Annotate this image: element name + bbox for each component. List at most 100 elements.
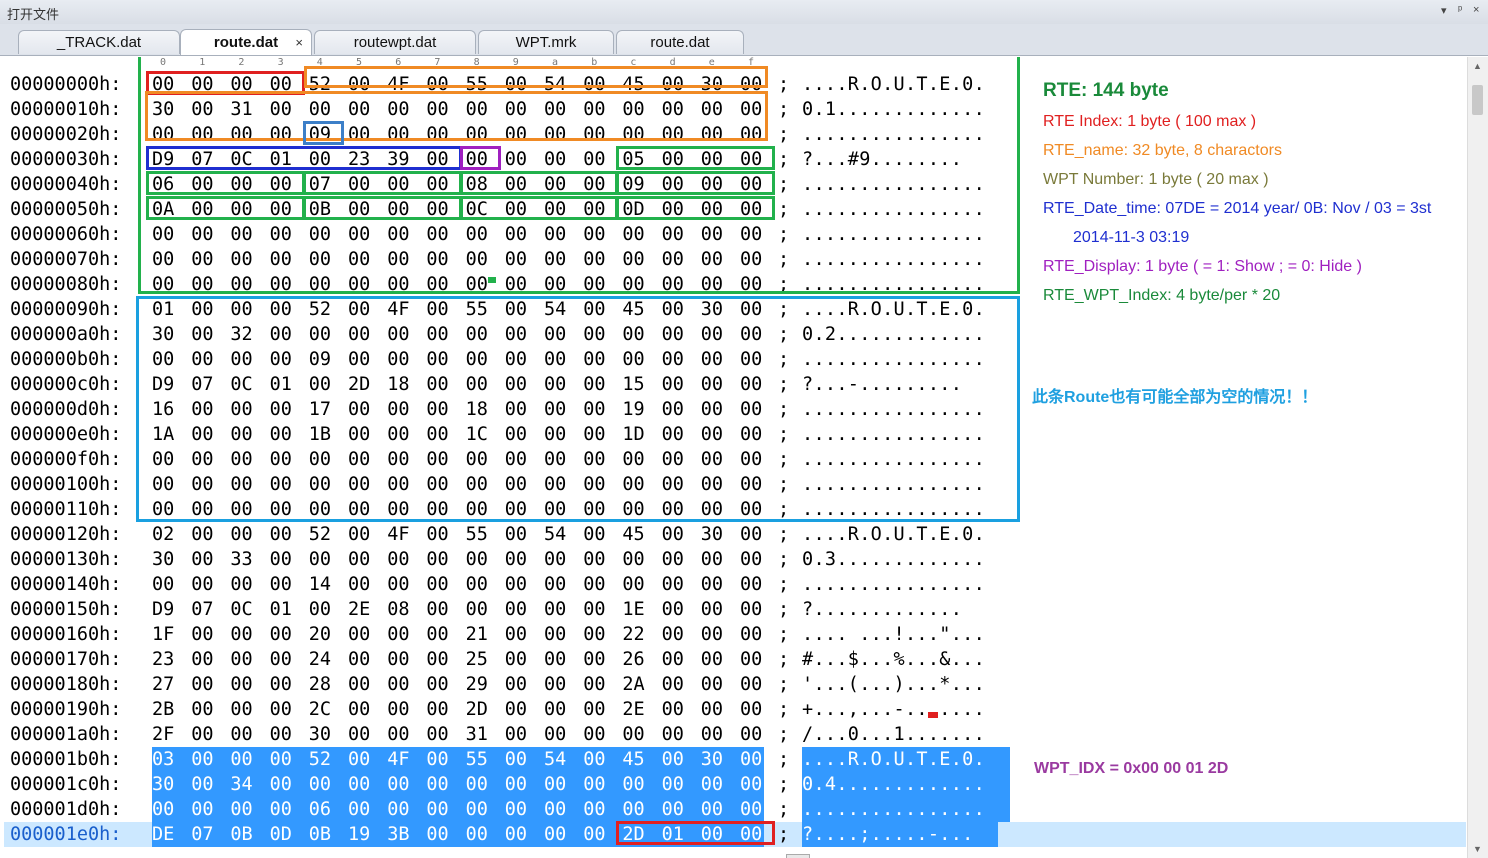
hex-byte[interactable]: 00	[701, 649, 731, 670]
hex-byte[interactable]: D9	[152, 599, 182, 620]
hex-row[interactable]: 000001c0h: 30 00 34 00 00 00 00 00 00 00 00 00 00 00 00…	[4, 772, 1466, 797]
hex-byte[interactable]: 00	[505, 799, 535, 820]
hex-byte[interactable]: 00	[505, 824, 535, 845]
ascii-column[interactable]: ?....;.....-...	[802, 824, 974, 845]
hex-byte[interactable]: 55	[466, 524, 496, 545]
hex-byte[interactable]: 4F	[387, 524, 417, 545]
hex-byte[interactable]: 00	[426, 599, 456, 620]
hex-byte[interactable]: 00	[544, 574, 574, 595]
hex-byte[interactable]: 29	[466, 674, 496, 695]
hex-byte[interactable]: 00	[348, 574, 378, 595]
hex-byte[interactable]: 07	[191, 824, 221, 845]
hex-byte[interactable]: 00	[191, 674, 221, 695]
hex-byte[interactable]: 00	[583, 824, 613, 845]
hex-byte[interactable]: 28	[309, 674, 339, 695]
hex-byte[interactable]: 00	[191, 574, 221, 595]
hex-byte[interactable]: 00	[740, 524, 770, 545]
hex-byte[interactable]: 00	[230, 674, 260, 695]
hex-byte[interactable]: 21	[466, 624, 496, 645]
ascii-column[interactable]: ................	[802, 799, 985, 820]
hex-byte[interactable]: 00	[701, 599, 731, 620]
hex-byte[interactable]: 00	[662, 649, 692, 670]
hex-byte[interactable]: 00	[662, 524, 692, 545]
hex-byte[interactable]: 00	[740, 724, 770, 745]
hex-byte[interactable]: 00	[583, 549, 613, 570]
hex-byte[interactable]: 00	[662, 624, 692, 645]
hex-byte[interactable]: 00	[426, 524, 456, 545]
hex-byte[interactable]: 00	[544, 549, 574, 570]
magnifier-icon[interactable]: 🔍	[786, 854, 810, 858]
hex-byte[interactable]: 00	[191, 799, 221, 820]
hex-byte[interactable]: 00	[662, 749, 692, 770]
hex-byte[interactable]: 00	[348, 799, 378, 820]
hex-byte[interactable]: 00	[701, 799, 731, 820]
hex-byte[interactable]: 00	[583, 799, 613, 820]
hex-byte[interactable]: 00	[740, 699, 770, 720]
hex-byte[interactable]: 54	[544, 749, 574, 770]
hex-byte[interactable]: 00	[740, 799, 770, 820]
hex-byte[interactable]: 00	[544, 724, 574, 745]
scrollbar-thumb[interactable]	[1472, 85, 1483, 115]
scroll-up-icon[interactable]: ▲	[1473, 61, 1482, 71]
hex-byte[interactable]: 00	[230, 699, 260, 720]
hex-byte[interactable]: 00	[348, 749, 378, 770]
hex-byte[interactable]: 00	[426, 724, 456, 745]
hex-byte[interactable]: 00	[426, 799, 456, 820]
hex-byte[interactable]: 00	[505, 774, 535, 795]
hex-byte[interactable]: 00	[191, 524, 221, 545]
hex-byte[interactable]: 00	[544, 824, 574, 845]
hex-byte[interactable]: 00	[426, 574, 456, 595]
hex-row[interactable]: 00000160h: 1F 00 00 00 20 00 00 00 21 00 00 00 22 00 00…	[4, 622, 1466, 647]
hex-byte[interactable]: 00	[387, 549, 417, 570]
hex-byte[interactable]: 00	[426, 774, 456, 795]
hex-byte[interactable]: 00	[426, 624, 456, 645]
hex-byte[interactable]: 00	[387, 774, 417, 795]
hex-byte[interactable]: 00	[662, 674, 692, 695]
hex-byte[interactable]: 00	[740, 549, 770, 570]
hex-byte[interactable]: DE	[152, 824, 182, 845]
hex-byte[interactable]: 00	[544, 774, 574, 795]
hex-byte[interactable]: 00	[387, 724, 417, 745]
hex-byte[interactable]: 02	[152, 524, 182, 545]
hex-byte[interactable]: 0D	[270, 824, 300, 845]
hex-byte[interactable]: 00	[426, 749, 456, 770]
tab-routewpt-dat[interactable]: routewpt.dat	[314, 30, 476, 54]
hex-byte[interactable]: 00	[505, 699, 535, 720]
hex-byte[interactable]: 26	[622, 649, 652, 670]
hex-row[interactable]: 00000120h: 02 00 00 00 52 00 4F 00 55 00 54 00 45 00 30…	[4, 522, 1466, 547]
hex-byte[interactable]: 00	[583, 599, 613, 620]
hex-byte[interactable]: 00	[191, 749, 221, 770]
hex-byte[interactable]: 00	[740, 674, 770, 695]
hex-byte[interactable]: 00	[230, 649, 260, 670]
tab-route-dat-active[interactable]: route.dat ×	[180, 29, 312, 55]
hex-row[interactable]: 00000180h: 27 00 00 00 28 00 00 00 29 00 00 00 2A 00 00…	[4, 672, 1466, 697]
hex-byte[interactable]: 00	[544, 624, 574, 645]
hex-byte[interactable]: 00	[387, 574, 417, 595]
ascii-column[interactable]: 0.3.............	[802, 549, 985, 570]
hex-byte[interactable]: 00	[505, 749, 535, 770]
hex-byte[interactable]: 00	[270, 649, 300, 670]
hex-byte[interactable]: 00	[583, 674, 613, 695]
hex-byte[interactable]: 00	[583, 624, 613, 645]
hex-byte[interactable]: 00	[740, 599, 770, 620]
hex-byte[interactable]: 00	[583, 724, 613, 745]
hex-row[interactable]: 00000150h: D9 07 0C 01 00 2E 08 00 00 00 00 00 1E 00 00…	[4, 597, 1466, 622]
hex-byte[interactable]: 07	[191, 599, 221, 620]
hex-byte[interactable]: 00	[466, 549, 496, 570]
hex-byte[interactable]: 00	[505, 674, 535, 695]
hex-byte[interactable]: 3B	[387, 824, 417, 845]
ascii-column[interactable]: .... ...!..."...	[802, 624, 985, 645]
hex-byte[interactable]: 00	[270, 724, 300, 745]
hex-byte[interactable]: 00	[583, 649, 613, 670]
hex-byte[interactable]: 00	[426, 699, 456, 720]
ascii-column[interactable]: '...(...)...*...	[802, 674, 985, 695]
scroll-down-icon[interactable]: ▼	[1473, 844, 1482, 854]
hex-byte[interactable]: 00	[309, 774, 339, 795]
hex-byte[interactable]: 08	[387, 599, 417, 620]
hex-byte[interactable]: 00	[270, 699, 300, 720]
hex-byte[interactable]: 1F	[152, 624, 182, 645]
hex-row[interactable]: 00000140h: 00 00 00 00 14 00 00 00 00 00 00 00 00 00 00…	[4, 572, 1466, 597]
hex-byte[interactable]: 52	[309, 524, 339, 545]
hex-byte[interactable]: 00	[426, 649, 456, 670]
hex-byte[interactable]: 00	[309, 599, 339, 620]
